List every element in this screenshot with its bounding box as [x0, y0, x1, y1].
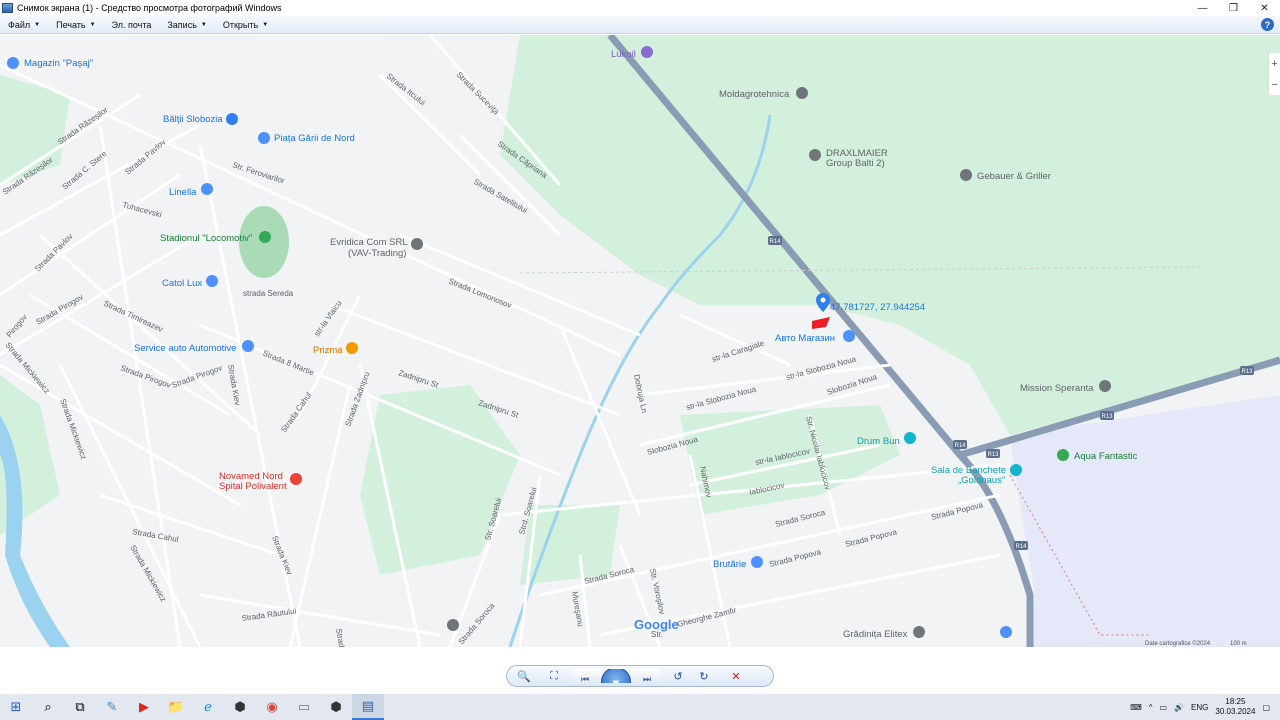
keyboard-icon[interactable]: ⌨	[1130, 703, 1142, 712]
label-novamed-2: Spital Polivalent	[219, 481, 287, 492]
menu-burn[interactable]: Запись ▼	[159, 16, 214, 34]
shield-r14-1: R14	[769, 239, 781, 245]
chevron-down-icon: ▼	[34, 21, 41, 28]
street-label: strada Sereda	[243, 289, 294, 298]
viewer-control-area: 🔍 ⛶ ⏮ ▣ ⏭ ↺ ↻ ✕	[0, 647, 1280, 694]
menu-open-label: Открыть	[222, 19, 259, 30]
paint-app-icon[interactable]: ✎	[96, 694, 128, 720]
shield-r13-1: R13	[987, 452, 999, 458]
shield-r14-3: R14	[1015, 544, 1027, 550]
street-label: Str.	[651, 630, 663, 639]
label-piata-garii: Piața Gării de Nord	[274, 133, 355, 144]
tray-chevron-icon[interactable]: ^	[1149, 703, 1153, 712]
system-tray: ⌨ ^ ▭ 🔊 ENG 18:25 30.03.2024 ▢	[1130, 694, 1280, 720]
zoom-icon[interactable]: 🔍	[507, 666, 541, 686]
actual-size-icon[interactable]: ⛶	[541, 666, 567, 686]
label-sala-2: „Goldhaus"	[958, 475, 1005, 486]
label-coords: 47.781727, 27.944254	[830, 302, 925, 313]
map-image: R14 R14 R13 R13 R13 R14 Magazin "Paşaj" …	[0, 35, 1280, 647]
label-gradinita: Grădinița Elitex	[843, 629, 908, 640]
label-avto-magazin: Авто Магазин	[775, 333, 835, 344]
zoom-in-button[interactable]: +	[1271, 58, 1277, 70]
menu-file-label: Файл	[8, 19, 31, 30]
zoom-out-button[interactable]: −	[1271, 79, 1277, 91]
label-vav-trading: (VAV-Trading)	[348, 248, 406, 259]
previous-button[interactable]: ⏮	[569, 669, 601, 683]
windows-taskbar: ⊞ ⌕ ⧉ ✎ ▶ 📁 ℯ ⬢ ◉ ▭ ⬢ ▤ ⌨ ^ ▭ 🔊 ENG 18:2…	[0, 694, 1280, 720]
slideshow-button[interactable]: ▣	[601, 669, 631, 683]
next-button[interactable]: ⏭	[631, 669, 663, 683]
clock-date: 30.03.2024	[1215, 707, 1256, 716]
clock-time: 18:25	[1225, 697, 1246, 706]
chevron-down-icon: ▼	[262, 21, 269, 28]
chrome-browser-icon[interactable]: ◉	[256, 694, 288, 720]
close-button[interactable]: ✕	[1249, 0, 1280, 16]
task-view-icon[interactable]: ⧉	[64, 694, 96, 720]
chevron-down-icon: ▼	[200, 21, 207, 28]
label-evridica: Evridica Com SRL	[330, 237, 408, 248]
start-button[interactable]: ⊞	[0, 694, 32, 720]
language-indicator[interactable]: ENG	[1191, 703, 1208, 712]
volume-icon[interactable]: 🔊	[1174, 703, 1184, 712]
label-mission: Mission Speranta	[1020, 383, 1094, 394]
lake-area	[1010, 395, 1280, 647]
viewer-control-bar: 🔍 ⛶ ⏮ ▣ ⏭ ↺ ↻ ✕	[506, 665, 774, 687]
app-shield-icon[interactable]: ⬢	[224, 694, 256, 720]
menu-open[interactable]: Открыть ▼	[215, 16, 276, 34]
label-service-auto: Service auto Automotive	[134, 343, 236, 354]
search-icon[interactable]: ⌕	[32, 694, 64, 720]
app-shield-icon-2[interactable]: ⬢	[320, 694, 352, 720]
rotate-ccw-icon[interactable]: ↺	[665, 666, 691, 686]
shield-r13-3: R13	[1241, 369, 1253, 375]
title-bar: Снимок экрана (1) - Средство просмотра ф…	[0, 0, 1280, 16]
edge-browser-icon[interactable]: ℯ	[192, 694, 224, 720]
youtube-app-icon[interactable]: ▶	[128, 694, 160, 720]
menu-email-label: Эл. почта	[111, 19, 152, 30]
label-catol-lux: Catol Lux	[162, 278, 202, 289]
map-attribution: Date cartografice ©2024	[1145, 640, 1211, 647]
minimize-button[interactable]: —	[1187, 0, 1218, 16]
label-prizma: Prizma	[313, 345, 343, 356]
menu-print-label: Печать	[56, 19, 86, 30]
shield-r13-2: R13	[1101, 414, 1113, 420]
label-stadionul: Stadionul "Locomotiv"	[160, 233, 252, 244]
help-icon[interactable]: ?	[1261, 18, 1274, 31]
app-window-icon[interactable]: ▭	[288, 694, 320, 720]
image-viewport: R14 R14 R13 R13 R13 R14 Magazin "Paşaj" …	[0, 35, 1280, 647]
file-explorer-icon[interactable]: 📁	[160, 694, 192, 720]
label-linella: Linella	[169, 187, 197, 198]
photo-viewer-app-icon	[2, 3, 13, 13]
label-draxlmaier-2: Group Balti 2)	[826, 158, 885, 169]
clock[interactable]: 18:25 30.03.2024	[1215, 697, 1255, 717]
menu-file[interactable]: Файл ▼	[0, 16, 48, 34]
menu-bar: Файл ▼ Печать ▼ Эл. почта Запись ▼ Открыть ▼…	[0, 16, 1280, 34]
navigation-group: ⏮ ▣ ⏭	[569, 669, 663, 683]
label-lukoil: Lukoil	[611, 49, 636, 60]
label-magazin-pasaj: Magazin "Paşaj"	[24, 58, 93, 69]
label-moldagrotehnica: Moldagrotehnica	[719, 89, 790, 100]
menu-burn-label: Запись	[167, 19, 197, 30]
map-zoom-control: + −	[1268, 53, 1280, 95]
label-brutarie: Brutărie	[713, 559, 746, 570]
battery-icon[interactable]: ▭	[1160, 703, 1168, 712]
menu-print[interactable]: Печать ▼	[48, 16, 103, 34]
chevron-down-icon: ▼	[89, 21, 96, 28]
window-title: Снимок экрана (1) - Средство просмотра ф…	[17, 3, 282, 13]
label-gebauer: Gebauer & Griller	[977, 171, 1051, 182]
label-aqua: Aqua Fantastic	[1074, 451, 1138, 462]
shield-r14-2: R14	[954, 443, 966, 449]
menu-email[interactable]: Эл. почта	[104, 16, 160, 34]
notifications-icon[interactable]: ▢	[1262, 703, 1270, 712]
rotate-cw-icon[interactable]: ↻	[691, 666, 717, 686]
label-drum-bun: Drum Bun	[857, 436, 900, 447]
photo-viewer-taskbar-icon[interactable]: ▤	[352, 694, 384, 720]
maximize-button[interactable]: ❐	[1218, 0, 1249, 16]
label-baltii-slobozia: Bălţii Slobozia	[163, 114, 223, 125]
delete-icon[interactable]: ✕	[723, 666, 749, 686]
